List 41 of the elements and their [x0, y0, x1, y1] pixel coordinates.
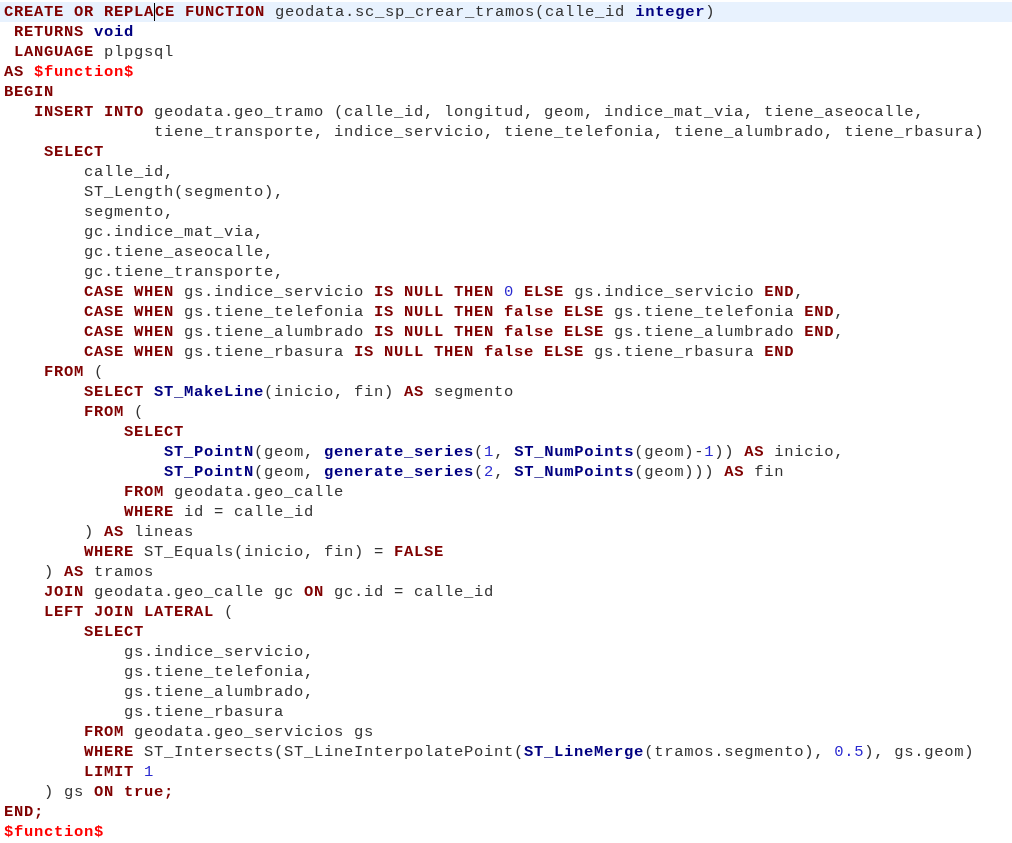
- code-line: WHERE id = calle_id: [123, 502, 316, 522]
- code-line: CASE WHEN gs.tiene_rbasura IS NULL THEN false ELSE gs.tiene_rbasura END: [83, 342, 796, 362]
- code-line: gc.tiene_aseocalle,: [83, 242, 276, 262]
- code-line: ) AS tramos: [43, 562, 156, 582]
- code-line: INSERT INTO geodata.geo_tramo (calle_id, longitud, geom, indice_mat_via, tiene_aseocalle,: [33, 102, 926, 122]
- code-line: calle_id,: [83, 162, 176, 182]
- code-line: gs.tiene_rbasura: [123, 702, 286, 722]
- code-line: gs.tiene_telefonia,: [123, 662, 316, 682]
- code-line: segmento,: [83, 202, 176, 222]
- code-line: SELECT: [43, 142, 105, 162]
- code-line: RETURNS void: [13, 22, 136, 42]
- code-line: WHERE ST_Intersects(ST_LineInterpolatePoint(ST_LineMerge(tramos.segmento), 0.5), gs.geom): [83, 742, 976, 762]
- code-line: WHERE ST_Equals(inicio, fin) = FALSE: [83, 542, 446, 562]
- code-line: END;: [3, 802, 45, 822]
- code-line: FROM geodata.geo_calle: [123, 482, 346, 502]
- code-line: gc.tiene_transporte,: [83, 262, 286, 282]
- code-line: ST_PointN(geom, generate_series(1, ST_NumPoints(geom)-1)) AS inicio,: [163, 442, 846, 462]
- code-line: LIMIT 1: [83, 762, 156, 782]
- code-line: CASE WHEN gs.indice_servicio IS NULL THEN 0 ELSE gs.indice_servicio END,: [83, 282, 806, 302]
- code-line: $function$: [3, 822, 105, 842]
- code-line: gs.tiene_alumbrado,: [123, 682, 316, 702]
- code-line: ) gs ON true;: [43, 782, 176, 802]
- code-line: ST_PointN(geom, generate_series(2, ST_NumPoints(geom))) AS fin: [163, 462, 786, 482]
- code-line: CASE WHEN gs.tiene_telefonia IS NULL THEN false ELSE gs.tiene_telefonia END,: [83, 302, 846, 322]
- code-line: ST_Length(segmento),: [83, 182, 286, 202]
- code-line: BEGIN: [3, 82, 55, 102]
- code-line: SELECT: [123, 422, 186, 442]
- code-line: ) AS lineas: [83, 522, 196, 542]
- code-line: JOIN geodata.geo_calle gc ON gc.id = calle_id: [43, 582, 496, 602]
- code-line: AS $function$: [3, 62, 136, 82]
- code-line: tiene_transporte, indice_servicio, tiene_telefonia, tiene_alumbrado, tiene_rbasura): [153, 122, 986, 142]
- code-line: gc.indice_mat_via,: [83, 222, 266, 242]
- code-line: FROM (: [43, 362, 106, 382]
- code-line: LEFT JOIN LATERAL (: [43, 602, 236, 622]
- code-line: SELECT: [83, 622, 146, 642]
- code-line: FROM geodata.geo_servicios gs: [83, 722, 376, 742]
- code-line: LANGUAGE plpgsql: [13, 42, 176, 62]
- code-line: gs.indice_servicio,: [123, 642, 316, 662]
- code-line: FROM (: [83, 402, 146, 422]
- code-line: SELECT ST_MakeLine(inicio, fin) AS segmento: [83, 382, 516, 402]
- code-line: CASE WHEN gs.tiene_alumbrado IS NULL THEN false ELSE gs.tiene_alumbrado END,: [83, 322, 846, 342]
